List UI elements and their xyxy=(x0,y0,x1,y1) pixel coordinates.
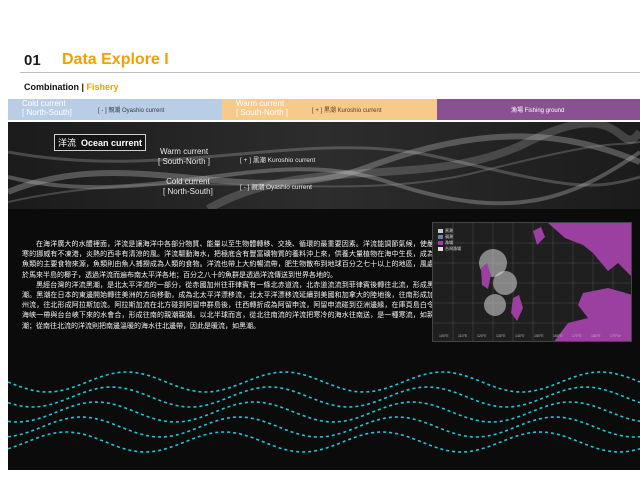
legend-fishing-ground: 漁場 Fishing ground xyxy=(437,99,640,120)
cyan-wave-line xyxy=(8,386,640,408)
map-longitude-tick: 100°E xyxy=(439,334,449,338)
ocean-current-label: 洋流 Ocean current xyxy=(54,134,147,151)
subtitle-accent: Fishery xyxy=(86,82,119,92)
land-mass-north xyxy=(548,223,631,276)
ocean-current-label-en: Ocean current xyxy=(81,138,143,148)
legend-cold-line: Cold current xyxy=(22,99,66,108)
cyan-wave-graphic xyxy=(8,371,640,453)
map-legend: 黒潮 親潮 漁場 台灣漁場 xyxy=(438,228,484,252)
legend-fishing-tag: 漁場 Fishing ground xyxy=(511,108,565,114)
cyan-wave-line xyxy=(8,371,640,393)
map-longitude-tick: 110°E xyxy=(458,334,468,338)
map-longitude-tick: 170°E xyxy=(572,334,582,338)
warm-current-label: Warm current[ South-North ] xyxy=(158,147,210,167)
map-longitude-tick: 160°E xyxy=(553,334,563,338)
warm-current-line: [ South-North ] xyxy=(158,157,211,166)
page-subtitle: Combination | Fishery xyxy=(24,82,119,92)
subtitle-main: Combination xyxy=(24,82,79,92)
page-number: 01 xyxy=(24,52,41,69)
cold-current-label: Cold current[ North-South] xyxy=(163,177,213,197)
fishing-ground-map: 黒潮 親潮 漁場 台灣漁場 100°E 110°E 120°E 130°E 140°E 1… xyxy=(432,222,632,342)
content-panel: 洋流 Ocean current Warm current[ South-Nor… xyxy=(8,122,640,470)
legend-cold-tag: [ - ] 親潮 Oyashio current xyxy=(98,108,165,114)
map-longitude-tick: 180°E xyxy=(591,334,601,338)
warm-current-line: Warm current xyxy=(159,147,209,156)
map-longitude-tick: 170°W xyxy=(610,334,621,338)
map-longitude-ticks: 100°E 110°E 120°E 130°E 140°E 150°E 160°E 170°E… xyxy=(433,334,631,340)
article-paragraph-1: 在海洋廣大的水體裡面，洋流是讓海洋中各部分物質、能量以至生物體轉移、交換、循環的… xyxy=(22,241,434,279)
warm-current-key: [ + ] 黒潮 Kuroshio current xyxy=(240,157,316,164)
article-text: 在海洋廣大的水體裡面，洋流是讓海洋中各部分物質、能量以至生物體轉移、交換、循環的… xyxy=(22,240,434,332)
legend-warm-tag: [ + ] 黒潮 Kuroshio current xyxy=(312,108,382,114)
legend-warm-line: Warm current xyxy=(236,99,285,108)
legend-warm-label: Warm current[ South-North ] xyxy=(236,99,288,117)
cold-current-key: [ - ] 親潮 Oyashio current xyxy=(240,184,312,191)
title-divider xyxy=(20,72,640,73)
legend-cold-current: Cold current[ North-South] [ - ] 親潮 Oyas… xyxy=(8,99,222,120)
cyan-wave-line xyxy=(8,416,640,438)
map-longitude-tick: 150°E xyxy=(534,334,544,338)
legend-bar: Cold current[ North-South] [ - ] 親潮 Oyas… xyxy=(8,99,640,120)
subtitle-separator: | xyxy=(79,82,87,92)
article-paragraph-2: 黑經台灣的洋流黑潮，是北太平洋流的一部分，從赤國加州往菲律賓有一條北赤道流，北赤… xyxy=(22,281,434,330)
map-legend-item: 台灣漁場 xyxy=(438,246,484,252)
map-longitude-tick: 130°E xyxy=(496,334,506,338)
legend-cold-label: Cold current[ North-South] xyxy=(22,99,72,117)
legend-cold-line: [ North-South] xyxy=(22,108,72,117)
map-longitude-tick: 140°E xyxy=(515,334,525,338)
cyan-wave-line xyxy=(8,401,640,423)
legend-warm-line: [ South-North ] xyxy=(236,108,289,117)
page-header: 01 Data Explore I Combination | Fishery xyxy=(0,0,640,100)
philippines xyxy=(511,295,523,321)
ocean-current-banner: 洋流 Ocean current Warm current[ South-Nor… xyxy=(8,122,640,209)
page-title: Data Explore I xyxy=(62,51,169,68)
cold-current-line: [ North-South] xyxy=(163,187,213,196)
japan-arc xyxy=(533,227,545,245)
legend-warm-current: Warm current[ South-North ] [ + ] 黒潮 Kur… xyxy=(222,99,437,120)
map-longitude-tick: 120°E xyxy=(477,334,487,338)
cyan-wave-line xyxy=(8,431,640,453)
ocean-current-label-cn: 洋流 xyxy=(58,138,77,148)
cold-current-line: Cold current xyxy=(166,177,210,186)
